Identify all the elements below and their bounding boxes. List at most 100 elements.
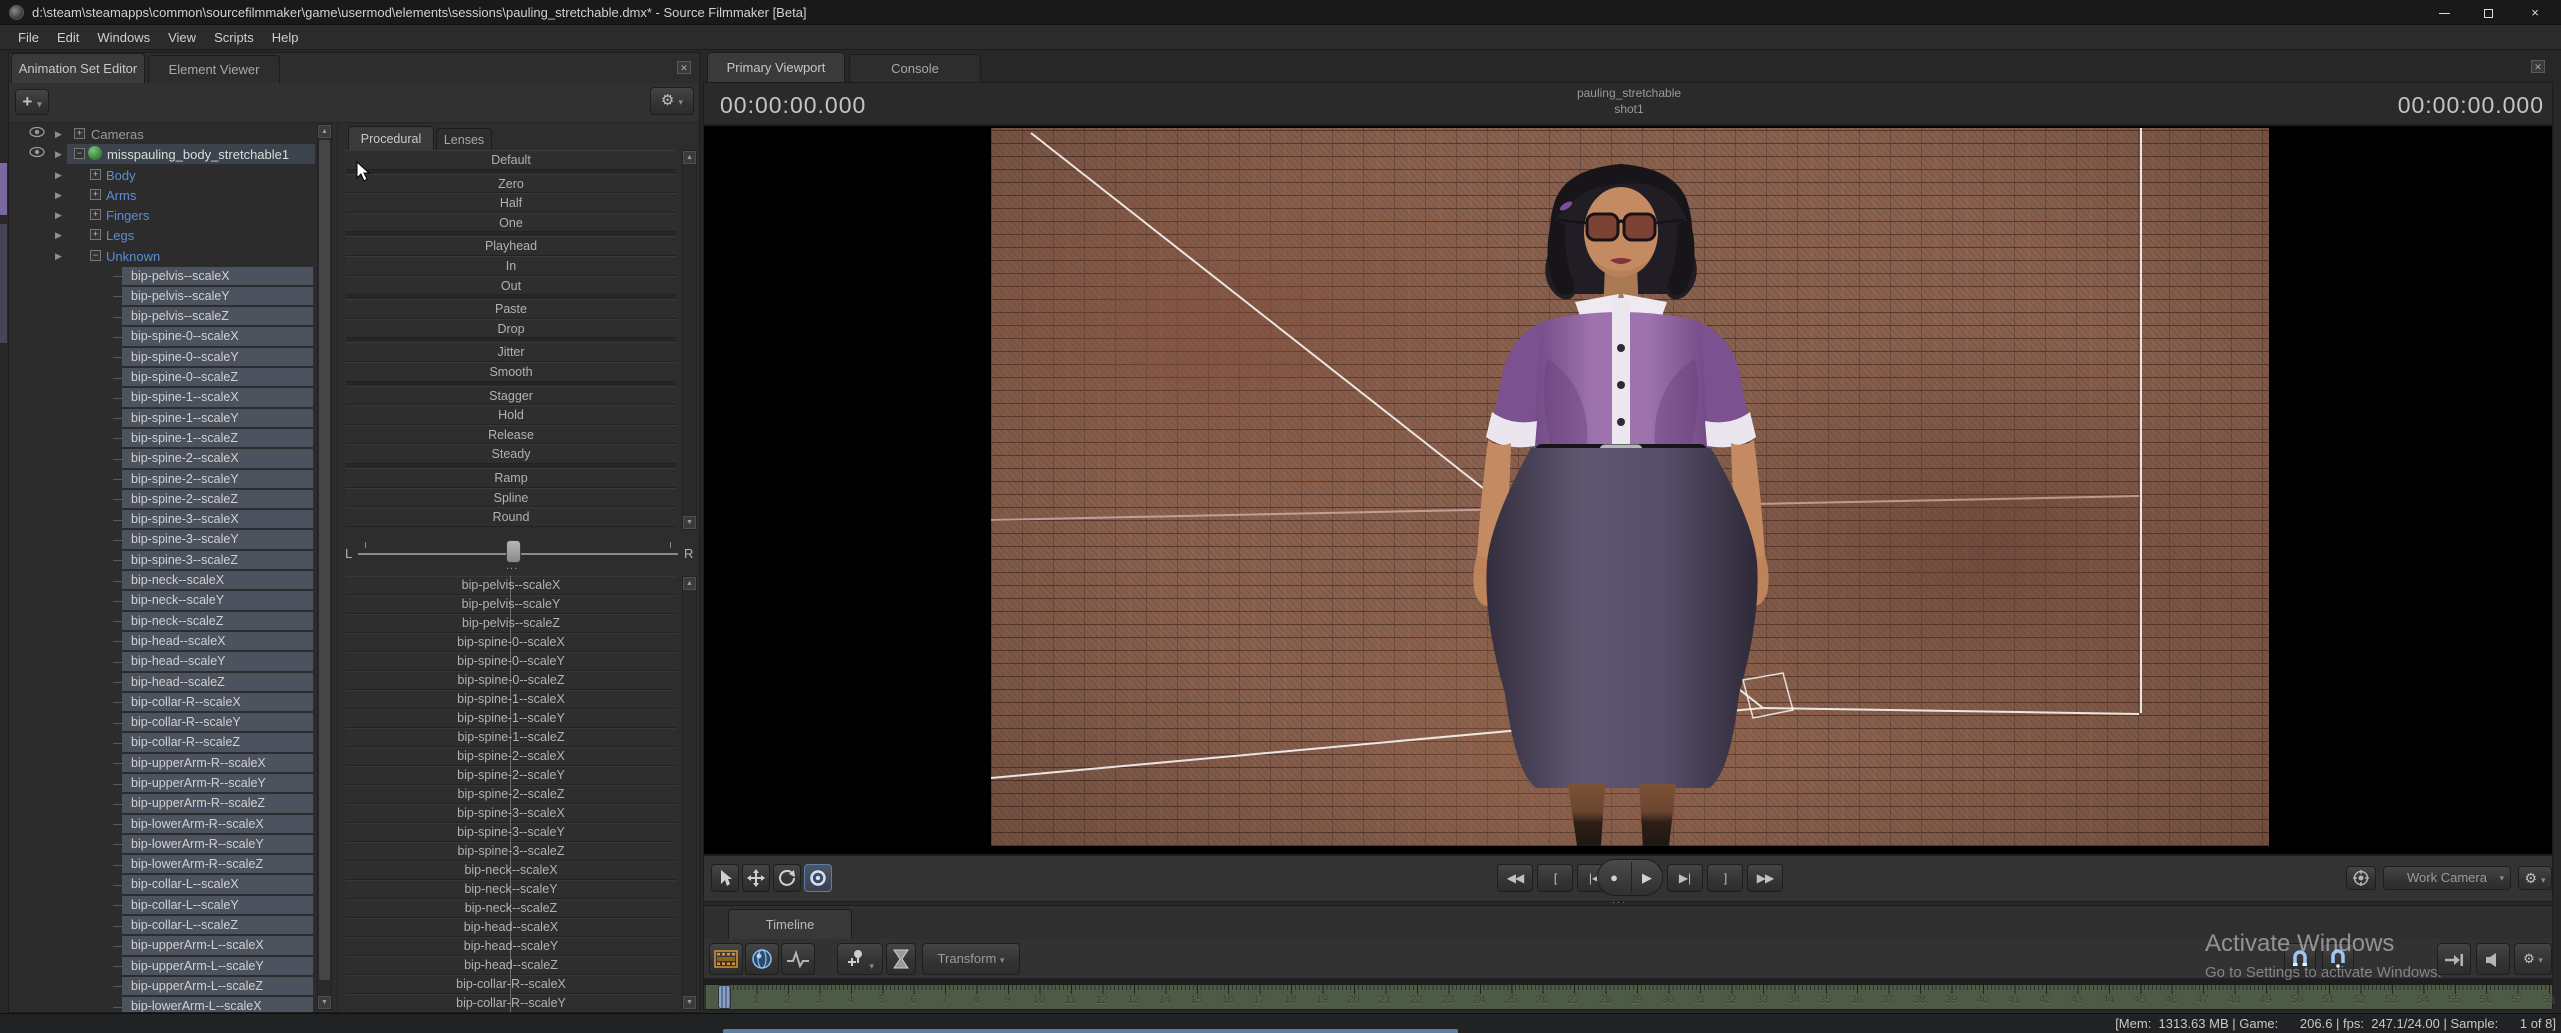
fast-forward-button[interactable]: ▶▶ — [1747, 864, 1783, 892]
channel-item[interactable]: bip-collar-L--scaleZ — [122, 916, 313, 936]
preset-release[interactable]: Release — [346, 424, 676, 445]
record-button[interactable]: ● — [1598, 860, 1630, 895]
channel-item[interactable]: bip-lowerArm-R--scaleX — [122, 814, 313, 834]
snap-frames-button[interactable] — [2284, 943, 2316, 975]
tree-channel-row[interactable]: bip-neck--scaleZ — [9, 611, 333, 631]
tree-item-unknown[interactable]: ▶ − Unknown — [9, 246, 333, 266]
channel-slider-row[interactable]: bip-spine-0--scaleY — [346, 652, 676, 671]
tab-element-viewer[interactable]: Element Viewer — [148, 55, 280, 83]
channel-slider-row[interactable]: bip-spine-1--scaleZ — [346, 728, 676, 747]
preset-playhead[interactable]: Playhead — [346, 236, 676, 256]
tree-channel-row[interactable]: bip-upperArm-L--scaleY — [9, 956, 333, 976]
playhead-arrow-icon[interactable]: ▶ — [55, 210, 62, 221]
channel-item[interactable]: bip-pelvis--scaleZ — [122, 307, 313, 327]
channel-item[interactable]: bip-spine-2--scaleX — [122, 449, 313, 469]
channel-item[interactable]: bip-spine-0--scaleY — [122, 347, 313, 368]
tree-channel-row[interactable]: bip-spine-3--scaleX — [9, 510, 333, 530]
timeline-hscroll-thumb[interactable] — [723, 1029, 1458, 1033]
channel-slider-row[interactable]: bip-head--scaleX — [346, 918, 676, 937]
tab-primary-viewport[interactable]: Primary Viewport — [707, 52, 845, 82]
tree-channel-row[interactable]: bip-spine-2--scaleX — [9, 449, 333, 469]
preset-stagger[interactable]: Stagger — [346, 385, 676, 406]
playhead-arrow-icon[interactable]: ▶ — [55, 149, 62, 160]
preset-drop[interactable]: Drop — [346, 318, 676, 339]
channel-slider-row[interactable]: bip-pelvis--scaleY — [346, 595, 676, 614]
tree-item-legs[interactable]: ▶ + Legs — [9, 225, 333, 245]
timeline-settings-button[interactable]: ⚙ ▾ — [2514, 943, 2552, 975]
camera-selector-dropdown[interactable]: Work Camera ▾ — [2383, 866, 2511, 890]
tree-scrollbar[interactable]: ▲ ▼ — [317, 124, 332, 1010]
tab-procedural[interactable]: Procedural — [348, 126, 434, 150]
tree-channel-row[interactable]: bip-pelvis--scaleX — [9, 266, 333, 286]
add-bookmark-button[interactable]: ▾ — [837, 943, 883, 975]
channel-slider-row[interactable]: bip-pelvis--scaleZ — [346, 614, 676, 633]
tab-lenses[interactable]: Lenses — [436, 128, 492, 150]
channel-slider-row[interactable]: bip-neck--scaleX — [346, 861, 676, 880]
menu-windows[interactable]: Windows — [94, 25, 153, 50]
tree-channel-row[interactable]: bip-spine-3--scaleY — [9, 530, 333, 550]
channel-slider-row[interactable]: bip-head--scaleY — [346, 937, 676, 956]
tree-item-fingers[interactable]: ▶ + Fingers — [9, 205, 333, 225]
select-tool-button[interactable] — [711, 864, 739, 892]
collapse-icon[interactable]: − — [74, 148, 85, 160]
channel-slider-row[interactable]: bip-spine-3--scaleZ — [346, 842, 676, 861]
menu-view[interactable]: View — [165, 25, 199, 50]
preset-round[interactable]: Round — [346, 507, 676, 527]
audio-mute-button[interactable] — [2476, 943, 2510, 975]
snap-playhead-button[interactable] — [2322, 943, 2354, 975]
tree-channel-row[interactable]: bip-pelvis--scaleZ — [9, 307, 333, 327]
channel-slider-row[interactable]: bip-collar-R--scaleX — [346, 975, 676, 994]
playhead-arrow-icon[interactable]: ▶ — [55, 251, 62, 262]
rewind-button[interactable]: ◀◀ — [1497, 864, 1533, 892]
expand-icon[interactable]: + — [90, 188, 101, 200]
channel-item[interactable]: bip-pelvis--scaleY — [122, 286, 313, 307]
tree-channel-row[interactable]: bip-spine-0--scaleY — [9, 347, 333, 368]
channel-slider-row[interactable]: bip-spine-2--scaleZ — [346, 785, 676, 804]
tree-channel-row[interactable]: bip-head--scaleX — [9, 631, 333, 652]
preset-spline[interactable]: Spline — [346, 487, 676, 508]
preset-default[interactable]: Default — [346, 150, 676, 170]
tab-animation-set-editor[interactable]: Animation Set Editor — [11, 53, 145, 83]
tree-channel-row[interactable]: bip-spine-0--scaleZ — [9, 368, 333, 388]
move-tool-button[interactable] — [742, 864, 770, 892]
channel-item[interactable]: bip-spine-1--scaleZ — [122, 428, 313, 449]
panel-close-icon[interactable]: ✕ — [2531, 60, 2545, 73]
scroll-down-icon[interactable]: ▼ — [318, 996, 331, 1009]
tree-channel-row[interactable]: bip-lowerArm-R--scaleY — [9, 834, 333, 855]
channel-item[interactable]: bip-lowerArm-L--scaleX — [122, 997, 313, 1012]
collapse-icon[interactable]: − — [90, 249, 101, 261]
tree-channel-row[interactable]: bip-collar-R--scaleZ — [9, 733, 333, 753]
tree-channel-row[interactable]: bip-neck--scaleX — [9, 571, 333, 591]
channel-item[interactable]: bip-collar-L--scaleY — [122, 895, 313, 916]
channel-item[interactable]: bip-lowerArm-R--scaleY — [122, 834, 313, 855]
tab-console[interactable]: Console — [849, 54, 981, 82]
camera-target-button[interactable] — [2346, 866, 2376, 890]
channel-item[interactable]: bip-upperArm-R--scaleY — [122, 774, 313, 794]
scroll-down-icon[interactable]: ▼ — [683, 516, 696, 529]
channel-item[interactable]: bip-upperArm-L--scaleY — [122, 956, 313, 976]
tree-scroll-thumb[interactable] — [319, 140, 330, 980]
playhead-arrow-icon[interactable]: ▶ — [55, 129, 62, 140]
tree-channel-row[interactable]: bip-upperArm-L--scaleX — [9, 936, 333, 956]
preset-one[interactable]: One — [346, 212, 676, 233]
motion-editor-button[interactable] — [745, 943, 779, 975]
go-to-in-button[interactable]: [ — [1537, 864, 1573, 892]
channel-item[interactable]: bip-upperArm-R--scaleZ — [122, 794, 313, 814]
expand-icon[interactable]: + — [90, 229, 101, 241]
tree-channel-row[interactable]: bip-head--scaleY — [9, 652, 333, 672]
tab-timeline[interactable]: Timeline — [728, 909, 852, 939]
tree-channel-row[interactable]: bip-spine-0--scaleX — [9, 327, 333, 347]
preset-ramp[interactable]: Ramp — [346, 467, 676, 488]
channel-slider-row[interactable]: bip-spine-2--scaleY — [346, 766, 676, 785]
channel-slider-row[interactable]: bip-spine-0--scaleX — [346, 633, 676, 652]
tree-channel-row[interactable]: bip-collar-L--scaleX — [9, 875, 333, 895]
tree-channel-row[interactable]: bip-collar-L--scaleZ — [9, 916, 333, 936]
preset-steady[interactable]: Steady — [346, 444, 676, 464]
channel-item[interactable]: bip-spine-1--scaleY — [122, 408, 313, 428]
scroll-up-icon[interactable]: ▲ — [318, 125, 331, 138]
restore-button[interactable] — [2468, 0, 2508, 25]
expand-icon[interactable]: + — [74, 128, 85, 139]
play-button[interactable]: ▶ — [1631, 860, 1663, 895]
rotate-tool-button[interactable] — [773, 864, 801, 892]
timeline-ruler[interactable]: 1 2 3 4 5 6 7 8 9 10 11 12 13 14 15 16 17 18 19 20 21 22 23 24 2… — [706, 985, 2555, 1009]
